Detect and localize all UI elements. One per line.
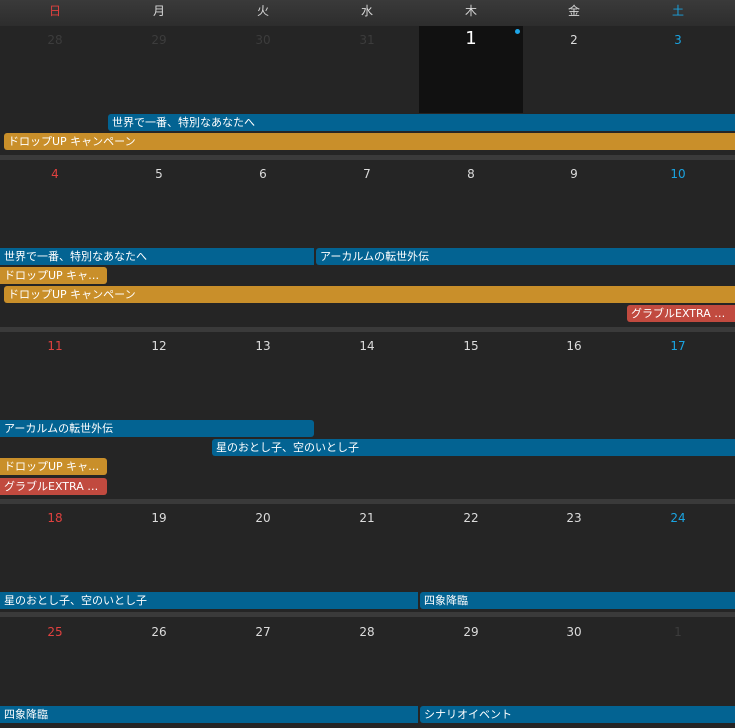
weekday-wed: 水	[360, 4, 373, 18]
day-cell[interactable]: 8	[419, 167, 523, 181]
day-cell[interactable]: 6	[211, 167, 315, 181]
day-cell[interactable]: 25	[3, 625, 107, 639]
event-bar[interactable]: 四象降臨	[420, 592, 735, 609]
event-bar[interactable]: アーカルムの転世外伝	[316, 248, 735, 265]
weekday-thu: 木	[464, 4, 477, 18]
day-cell[interactable]: 4	[3, 167, 107, 181]
day-cell[interactable]: 17	[626, 339, 730, 353]
day-cell[interactable]: 21	[315, 511, 419, 525]
day-cell[interactable]: 30	[211, 33, 315, 47]
day-cell[interactable]: 10	[626, 167, 730, 181]
day-cell[interactable]: 28	[315, 625, 419, 639]
day-cell[interactable]: 11	[3, 339, 107, 353]
weekday-fri: 金	[567, 4, 580, 18]
day-cell[interactable]: 9	[522, 167, 626, 181]
weekday-sun: 日	[48, 4, 61, 18]
day-cell[interactable]: 20	[211, 511, 315, 525]
event-bar[interactable]: 世界で一番、特別なあなたへ	[108, 114, 735, 131]
day-cell[interactable]: 1	[626, 625, 730, 639]
day-cell[interactable]: 22	[419, 511, 523, 525]
event-bar[interactable]: 世界で一番、特別なあなたへ	[0, 248, 314, 265]
day-cell[interactable]: 2	[522, 33, 626, 47]
day-cell[interactable]: 18	[3, 511, 107, 525]
today-indicator-dot	[515, 29, 520, 34]
day-cell[interactable]: 16	[522, 339, 626, 353]
day-cell[interactable]: 31	[315, 33, 419, 47]
weekday-header: 日 月 火 水 木 金 土	[0, 0, 735, 26]
weekday-sat: 土	[671, 4, 684, 18]
event-bar[interactable]: アーカルムの転世外伝	[0, 420, 314, 437]
event-bar[interactable]: シナリオイベント	[420, 706, 735, 723]
event-bar[interactable]: ドロップUP キャンペーン	[4, 133, 735, 150]
event-bar[interactable]: 星のおとし子、空のいとし子	[0, 592, 418, 609]
weekday-mon: 月	[152, 4, 165, 18]
day-cell[interactable]: 29	[107, 33, 211, 47]
day-cell[interactable]: 30	[522, 625, 626, 639]
event-bar[interactable]: 四象降臨	[0, 706, 418, 723]
event-bar[interactable]: グラブルEXTRA …	[0, 478, 107, 495]
day-cell[interactable]: 27	[211, 625, 315, 639]
day-cell[interactable]: 28	[3, 33, 107, 47]
day-cell[interactable]: 26	[107, 625, 211, 639]
day-cell[interactable]: 7	[315, 167, 419, 181]
day-cell[interactable]: 13	[211, 339, 315, 353]
day-cell[interactable]: 5	[107, 167, 211, 181]
today-date[interactable]: 1	[419, 28, 523, 49]
week-row-3	[0, 332, 735, 499]
day-cell[interactable]: 3	[626, 33, 730, 47]
event-bar[interactable]: ドロップUP キャ…	[0, 458, 107, 475]
day-cell[interactable]: 15	[419, 339, 523, 353]
day-cell[interactable]: 19	[107, 511, 211, 525]
day-cell[interactable]: 29	[419, 625, 523, 639]
event-bar[interactable]: ドロップUP キャ…	[0, 267, 107, 284]
event-bar[interactable]: 星のおとし子、空のいとし子	[212, 439, 735, 456]
weekday-tue: 火	[256, 4, 269, 18]
day-cell[interactable]: 12	[107, 339, 211, 353]
day-cell[interactable]: 14	[315, 339, 419, 353]
day-cell[interactable]: 24	[626, 511, 730, 525]
event-bar[interactable]: ドロップUP キャンペーン	[4, 286, 735, 303]
day-cell[interactable]: 23	[522, 511, 626, 525]
event-bar[interactable]: グラブルEXTRA …	[627, 305, 735, 322]
